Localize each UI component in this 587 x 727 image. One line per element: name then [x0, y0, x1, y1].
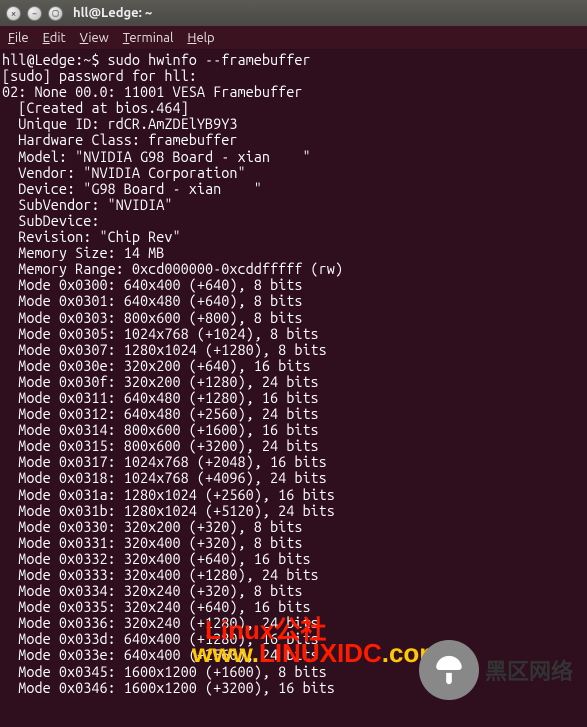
terminal-mode-line: Model: "NVIDIA G98 Board - xian ": [0, 149, 587, 165]
terminal-prompt-line: hll@Ledge:~$ sudo hwinfo --framebuffer: [0, 52, 587, 68]
window-title: hll@Ledge: ~: [73, 6, 152, 20]
terminal-mode-line: Mode 0x0331: 320x400 (+320), 8 bits: [0, 535, 587, 551]
terminal-mode-line: Mode 0x0346: 1600x1200 (+3200), 16 bits: [0, 680, 587, 696]
terminal-mode-line: Mode 0x0336: 320x240 (+1280), 24 bits: [0, 615, 587, 631]
terminal-mode-line: Mode 0x0314: 800x600 (+1600), 16 bits: [0, 422, 587, 438]
terminal-mode-line: Mode 0x0333: 320x400 (+1280), 24 bits: [0, 567, 587, 583]
menu-file[interactable]: File: [8, 31, 29, 45]
terminal-info-line: SubVendor: "NVIDIA": [0, 197, 587, 213]
terminal-info-line: Vendor: "NVIDIA Corporation": [0, 165, 587, 181]
terminal-mode-line: Mode 0x031b: 1280x1024 (+5120), 24 bits: [0, 503, 587, 519]
maximize-button[interactable]: ▢: [48, 6, 63, 21]
terminal-info-line: Memory Size: 14 MB: [0, 245, 587, 261]
terminal-mode-line: Mode 0x030e: 320x200 (+640), 16 bits: [0, 358, 587, 374]
minimize-button[interactable]: –: [27, 6, 42, 21]
terminal-info-line: SubDevice:: [0, 213, 587, 229]
menu-terminal[interactable]: Terminal: [123, 31, 174, 45]
terminal-info-line: Hardware Class: framebuffer: [0, 132, 587, 148]
terminal-mode-line: Mode 0x033d: 640x400 (+1280), 16 bits: [0, 631, 587, 647]
terminal-output[interactable]: hll@Ledge:~$ sudo hwinfo --framebuffer[s…: [0, 50, 587, 727]
terminal-mode-line: Mode 0x0312: 640x480 (+2560), 24 bits: [0, 406, 587, 422]
terminal-mode-line: Mode 0x0334: 320x240 (+320), 8 bits: [0, 583, 587, 599]
terminal-header-line: 02: None 00.0: 11001 VESA Framebuffer: [0, 84, 587, 100]
window-controls: × – ▢: [6, 6, 63, 21]
menu-bar: File Edit View Terminal Help: [0, 26, 587, 50]
window-titlebar: × – ▢ hll@Ledge: ~: [0, 0, 587, 26]
terminal-sudo-line: [sudo] password for hll:: [0, 68, 587, 84]
close-button[interactable]: ×: [6, 6, 21, 21]
terminal-info-line: Device: "G98 Board - xian ": [0, 181, 587, 197]
terminal-mode-line: Mode 0x0315: 800x600 (+3200), 24 bits: [0, 438, 587, 454]
menu-edit[interactable]: Edit: [43, 31, 66, 45]
menu-view[interactable]: View: [80, 31, 109, 45]
terminal-info-line: Unique ID: rdCR.AmZDElYB9Y3: [0, 116, 587, 132]
terminal-mode-line: Mode 0x031a: 1280x1024 (+2560), 16 bits: [0, 487, 587, 503]
terminal-mode-line: Mode 0x0305: 1024x768 (+1024), 8 bits: [0, 326, 587, 342]
terminal-mode-line: Mode 0x0300: 640x400 (+640), 8 bits: [0, 277, 587, 293]
terminal-mode-line: Mode 0x0311: 640x480 (+1280), 16 bits: [0, 390, 587, 406]
terminal-mode-line: Mode 0x033e: 640x400 (+2560), 24 bits: [0, 647, 587, 663]
terminal-mode-line: Mode 0x0330: 320x200 (+320), 8 bits: [0, 519, 587, 535]
menu-help[interactable]: Help: [187, 31, 214, 45]
terminal-info-line: Revision: "Chip Rev": [0, 229, 587, 245]
terminal-mode-line: Mode 0x0301: 640x480 (+640), 8 bits: [0, 293, 587, 309]
terminal-mode-line: Mode 0x0335: 320x240 (+640), 16 bits: [0, 599, 587, 615]
terminal-info-line: [Created at bios.464]: [0, 100, 587, 116]
terminal-mode-line: Mode 0x0345: 1600x1200 (+1600), 8 bits: [0, 664, 587, 680]
terminal-mode-line: Mode 0x0307: 1280x1024 (+1280), 8 bits: [0, 342, 587, 358]
terminal-mode-line: Mode 0x0318: 1024x768 (+4096), 24 bits: [0, 470, 587, 486]
terminal-mode-line: Mode 0x0317: 1024x768 (+2048), 16 bits: [0, 454, 587, 470]
terminal-mode-line: Mode 0x0332: 320x400 (+640), 16 bits: [0, 551, 587, 567]
terminal-mode-line: Mode 0x0303: 800x600 (+800), 8 bits: [0, 310, 587, 326]
terminal-mode-line: Mode 0x030f: 320x200 (+1280), 24 bits: [0, 374, 587, 390]
terminal-info-line: Memory Range: 0xcd000000-0xcddfffff (rw): [0, 261, 587, 277]
